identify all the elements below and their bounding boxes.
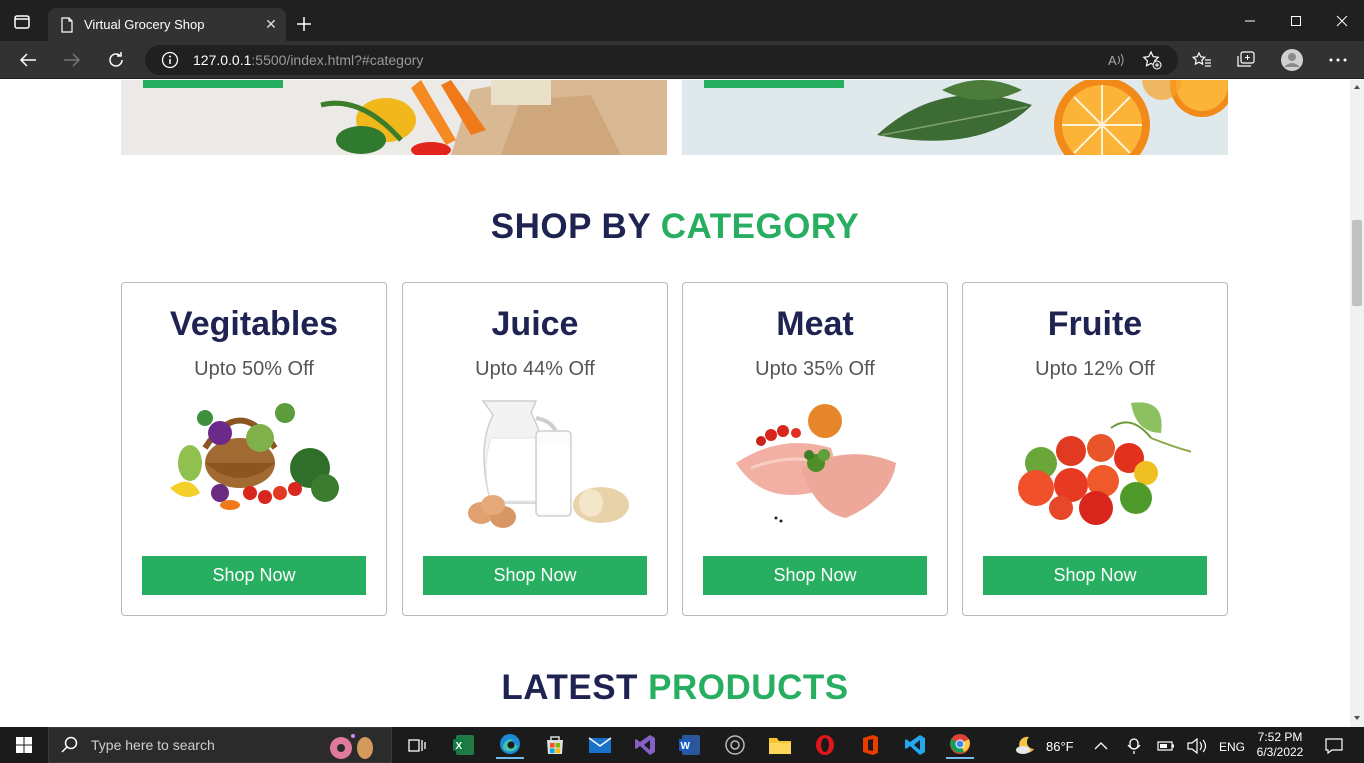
page-scrollbar[interactable] bbox=[1350, 80, 1364, 727]
vscode-icon[interactable] bbox=[901, 731, 929, 759]
web-page: SHOP BY CATEGORY Vegitables Upto 50% Off… bbox=[0, 80, 1350, 727]
shop-now-button[interactable]: Shop Now bbox=[703, 556, 927, 595]
shop-now-button[interactable]: Shop Now bbox=[983, 556, 1207, 595]
category-card-meat: Meat Upto 35% Off Shop Now bbox=[682, 282, 948, 616]
banner-button[interactable] bbox=[704, 80, 844, 88]
edge-browser-icon[interactable] bbox=[496, 731, 524, 759]
windows-start-icon[interactable] bbox=[0, 727, 48, 763]
browser-titlebar: Virtual Grocery Shop ✕ bbox=[0, 0, 1364, 41]
profile-avatar-icon[interactable] bbox=[1277, 45, 1307, 75]
category-discount: Upto 12% Off bbox=[1035, 358, 1155, 380]
vegetable-basket-image bbox=[170, 403, 339, 510]
category-discount: Upto 50% Off bbox=[194, 358, 314, 380]
search-placeholder: Type here to search bbox=[91, 737, 215, 753]
camera-app-icon[interactable] bbox=[721, 731, 749, 759]
svg-text:A: A bbox=[1108, 53, 1117, 68]
volume-icon[interactable] bbox=[1187, 738, 1207, 754]
tray-chevron-up-icon[interactable] bbox=[1094, 741, 1108, 751]
chrome-icon[interactable] bbox=[946, 731, 974, 759]
back-icon[interactable] bbox=[13, 45, 43, 75]
refresh-icon[interactable] bbox=[101, 45, 131, 75]
tab-title: Virtual Grocery Shop bbox=[84, 17, 205, 32]
latest-products-title: LATEST PRODUCTS bbox=[0, 668, 1350, 708]
info-icon[interactable] bbox=[161, 51, 179, 69]
weather-moon-icon[interactable] bbox=[1015, 734, 1037, 756]
scroll-up-icon[interactable] bbox=[1353, 83, 1361, 91]
word-icon[interactable]: W bbox=[676, 731, 704, 759]
title-part-dark: SHOP BY bbox=[490, 207, 651, 246]
mail-icon[interactable] bbox=[586, 731, 614, 759]
title-part-dark: LATEST bbox=[501, 668, 638, 707]
windows-taskbar: Type here to search X W 86°F ENG 7:52 PM… bbox=[0, 727, 1364, 763]
svg-text:X: X bbox=[456, 741, 463, 752]
tab-actions-icon[interactable] bbox=[12, 12, 32, 32]
microsoft-store-icon[interactable] bbox=[541, 731, 569, 759]
taskbar-search-box[interactable]: Type here to search bbox=[48, 727, 392, 763]
category-card-vegetables: Vegitables Upto 50% Off Shop Now bbox=[121, 282, 387, 616]
weather-temp[interactable]: 86°F bbox=[1046, 739, 1074, 754]
orange-leaves-image bbox=[877, 80, 1228, 155]
category-card-fruit: Fruite Upto 12% Off Shop Now bbox=[962, 282, 1228, 616]
milk-eggs-bread-image bbox=[468, 400, 629, 528]
collections-icon[interactable] bbox=[1231, 45, 1261, 75]
more-options-icon[interactable] bbox=[1323, 45, 1353, 75]
fruit-pile-image bbox=[1018, 402, 1191, 525]
category-discount: Upto 44% Off bbox=[475, 358, 595, 380]
file-explorer-icon[interactable] bbox=[766, 731, 794, 759]
visual-studio-icon[interactable] bbox=[631, 731, 659, 759]
vegetable-bag-image bbox=[320, 80, 667, 155]
minimize-icon[interactable] bbox=[1227, 0, 1273, 41]
category-card-juice: Juice Upto 44% Off Shop Now bbox=[402, 282, 668, 616]
category-name: Fruite bbox=[1047, 305, 1143, 343]
notifications-icon[interactable] bbox=[1325, 738, 1343, 754]
address-bar[interactable]: 127.0.0.1:5500/index.html?#category A bbox=[145, 45, 1178, 75]
banner-button[interactable] bbox=[143, 80, 283, 88]
new-tab-icon[interactable] bbox=[292, 12, 316, 36]
scrollbar-thumb[interactable] bbox=[1352, 220, 1362, 306]
scroll-down-icon[interactable] bbox=[1353, 714, 1361, 722]
add-favorite-icon[interactable] bbox=[1139, 47, 1165, 73]
svg-text:W: W bbox=[681, 741, 691, 752]
banner-fruits bbox=[682, 80, 1228, 155]
forward-icon[interactable] bbox=[57, 45, 87, 75]
category-name: Vegitables bbox=[169, 305, 339, 343]
close-tab-icon[interactable]: ✕ bbox=[256, 10, 286, 40]
category-section-title: SHOP BY CATEGORY bbox=[0, 207, 1350, 247]
opera-icon[interactable] bbox=[811, 731, 839, 759]
category-discount: Upto 35% Off bbox=[755, 358, 875, 380]
shop-now-button[interactable]: Shop Now bbox=[423, 556, 647, 595]
favorites-icon[interactable] bbox=[1187, 45, 1217, 75]
office-icon[interactable] bbox=[856, 731, 884, 759]
browser-tab[interactable]: Virtual Grocery Shop ✕ bbox=[48, 8, 286, 41]
search-icon bbox=[61, 736, 78, 753]
system-clock[interactable]: 7:52 PM 6/3/2022 bbox=[1250, 730, 1310, 760]
shop-now-button[interactable]: Shop Now bbox=[142, 556, 366, 595]
meet-now-icon[interactable] bbox=[1126, 737, 1142, 755]
page-icon bbox=[61, 16, 73, 33]
url-text: 127.0.0.1:5500/index.html?#category bbox=[193, 52, 424, 68]
browser-toolbar: 127.0.0.1:5500/index.html?#category A bbox=[0, 41, 1364, 79]
banner-vegetables bbox=[121, 80, 667, 155]
search-highlight-icon bbox=[330, 734, 373, 759]
battery-icon[interactable] bbox=[1157, 740, 1175, 752]
chicken-meat-image bbox=[736, 404, 896, 523]
category-name: Meat bbox=[776, 305, 854, 343]
close-window-icon[interactable] bbox=[1319, 0, 1364, 41]
category-name: Juice bbox=[491, 305, 579, 343]
read-aloud-icon[interactable]: A bbox=[1103, 47, 1129, 73]
title-part-accent: CATEGORY bbox=[660, 207, 860, 246]
excel-icon[interactable]: X bbox=[450, 731, 478, 759]
title-part-accent: PRODUCTS bbox=[648, 668, 849, 707]
clock-date: 6/3/2022 bbox=[1256, 745, 1304, 759]
maximize-icon[interactable] bbox=[1273, 0, 1319, 41]
task-view-icon[interactable] bbox=[403, 731, 431, 759]
clock-time: 7:52 PM bbox=[1257, 730, 1303, 744]
language-indicator[interactable]: ENG bbox=[1219, 740, 1245, 754]
